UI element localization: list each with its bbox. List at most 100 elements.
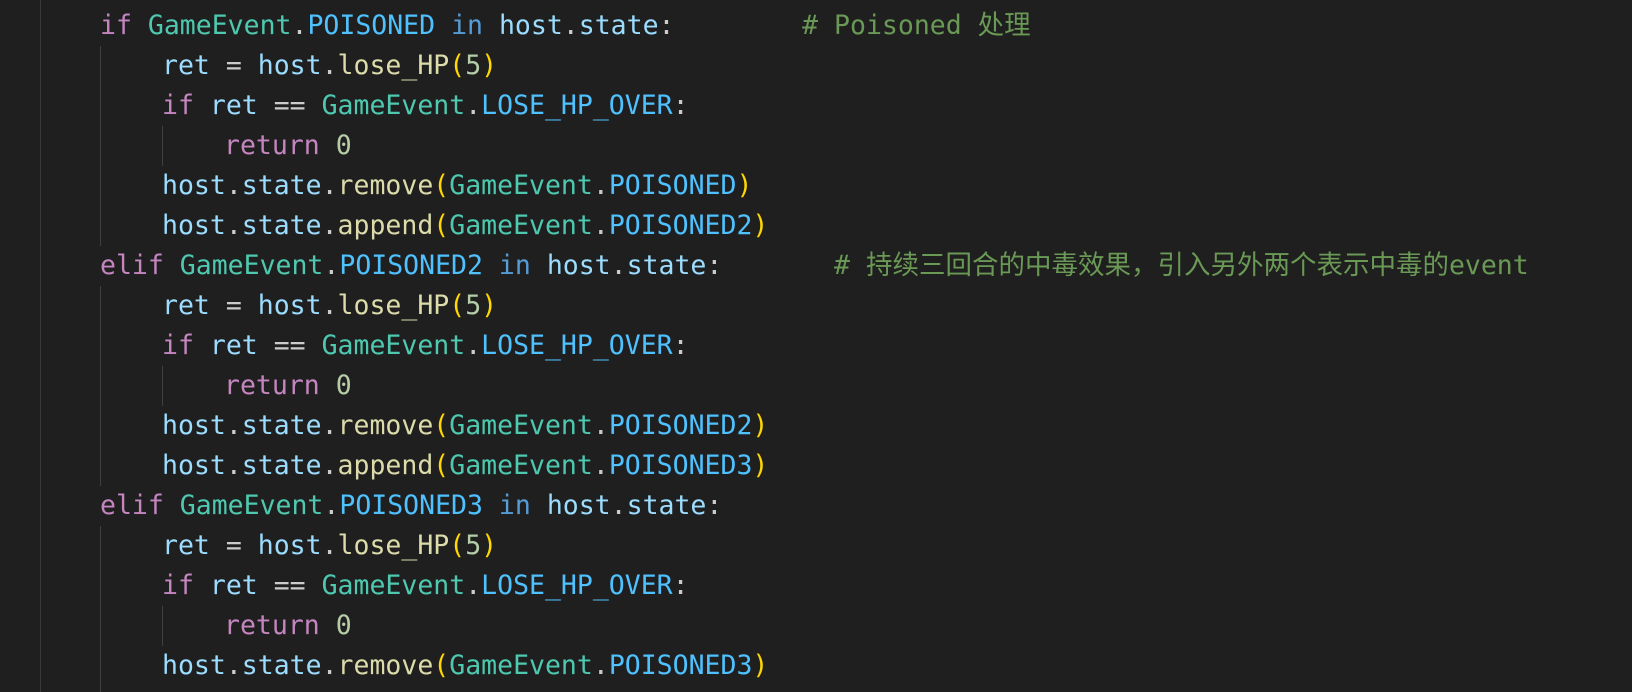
code-token-variable: host [257, 530, 322, 561]
code-token-punctuation [320, 370, 336, 401]
code-token-punctuation [483, 250, 499, 281]
code-token-punctuation: . [225, 410, 242, 441]
code-line[interactable]: ret = host.lose_HP(5) [162, 286, 497, 326]
code-token-punctuation [194, 570, 210, 601]
code-token-punctuation [483, 490, 499, 521]
code-token-variable: ret [162, 530, 210, 561]
code-token-variable: host [257, 50, 322, 81]
code-token-variable: state [578, 10, 659, 41]
code-token-variable: state [241, 650, 322, 681]
code-token-punctuation: . [592, 210, 609, 241]
code-token-keyword: return [224, 370, 320, 401]
code-line[interactable]: host.state.remove(GameEvent.POISONED3) [162, 646, 768, 686]
code-line[interactable]: return 0 [224, 366, 352, 406]
code-token-punctuation: . [321, 450, 338, 481]
code-editor[interactable]: if GameEvent.POISONED in host.state: # P… [0, 0, 1632, 692]
indent-guide [100, 286, 101, 486]
code-token-constant: POISONED2 [608, 210, 753, 241]
code-line[interactable]: if ret == GameEvent.LOSE_HP_OVER: [162, 86, 689, 126]
code-token-punctuation [531, 490, 547, 521]
code-token-constant: POISONED2 [608, 410, 753, 441]
code-token-number: 0 [335, 130, 352, 161]
code-token-punctuation: . [465, 570, 482, 601]
code-token-bracket: ) [752, 450, 769, 481]
code-token-punctuation: = [209, 530, 258, 561]
code-line[interactable]: return 0 [224, 606, 352, 646]
code-token-constant: POISONED3 [339, 490, 483, 521]
code-line[interactable]: if ret == GameEvent.LOSE_HP_OVER: [162, 566, 689, 606]
code-token-bracket: ) [481, 50, 498, 81]
code-token-variable: ret [209, 90, 258, 121]
code-line[interactable]: ret = host.lose_HP(5) [162, 526, 497, 566]
code-token-variable: state [626, 490, 707, 521]
code-line[interactable]: host.state.remove(GameEvent.POISONED2) [162, 406, 768, 446]
code-token-variable: state [626, 250, 707, 281]
code-token-keyword: elif [100, 490, 164, 521]
code-line[interactable]: host.state.append(GameEvent.POISONED2) [162, 206, 768, 246]
code-token-variable: state [241, 210, 322, 241]
code-line[interactable]: if GameEvent.POISONED in host.state: # P… [100, 6, 1031, 46]
code-token-bracket: ( [449, 290, 466, 321]
code-token-constant: POISONED2 [339, 250, 483, 281]
code-token-keyword: if [162, 330, 194, 361]
code-token-keyword: return [224, 610, 320, 641]
code-token-punctuation: = [209, 50, 258, 81]
code-token-punctuation [320, 610, 336, 641]
code-token-function: lose_HP [337, 530, 450, 561]
indent-guide [100, 46, 101, 246]
code-token-variable: host [162, 210, 226, 241]
code-token-punctuation: . [562, 10, 579, 41]
code-token-operator-in: in [451, 10, 483, 41]
code-line[interactable]: elif GameEvent.POISONED2 in host.state: … [100, 246, 1529, 286]
code-token-bracket: ( [433, 170, 450, 201]
code-line[interactable]: if ret == GameEvent.LOSE_HP_OVER: [162, 326, 689, 366]
code-token-punctuation: . [592, 650, 609, 681]
code-token-punctuation [132, 10, 148, 41]
code-token-punctuation: : [706, 250, 723, 281]
code-token-class-name: GameEvent [147, 10, 292, 41]
code-line[interactable]: elif GameEvent.POISONED3 in host.state: [100, 486, 722, 526]
code-token-number: 0 [335, 370, 352, 401]
code-token-punctuation: . [592, 450, 609, 481]
code-token-function: lose_HP [337, 290, 450, 321]
code-token-punctuation [194, 330, 210, 361]
code-token-variable: host [162, 450, 226, 481]
code-token-function: append [337, 210, 434, 241]
code-line[interactable]: return 0 [224, 126, 352, 166]
code-token-punctuation: : [658, 10, 675, 41]
code-token-comment: # Poisoned 处理 [674, 10, 1031, 41]
code-token-punctuation: == [257, 570, 322, 601]
code-token-variable: ret [162, 290, 210, 321]
indent-guide [162, 126, 163, 166]
code-token-variable: ret [209, 570, 258, 601]
code-token-class-name: GameEvent [321, 570, 466, 601]
code-token-class-name: GameEvent [449, 210, 593, 241]
code-line[interactable]: host.state.append(GameEvent.POISONED3) [162, 446, 768, 486]
code-token-punctuation: . [321, 650, 338, 681]
code-token-punctuation: . [321, 530, 338, 561]
code-token-variable: host [162, 650, 226, 681]
code-token-punctuation: . [323, 250, 340, 281]
indent-guide [162, 366, 163, 406]
code-token-variable: ret [209, 330, 258, 361]
code-token-punctuation: : [672, 90, 689, 121]
code-line[interactable]: ret = host.lose_HP(5) [162, 46, 497, 86]
code-token-number: 5 [465, 50, 482, 81]
code-token-operator-in: in [498, 250, 531, 281]
indent-guide [100, 526, 101, 692]
code-token-keyword: return [224, 130, 320, 161]
code-token-variable: host [257, 290, 322, 321]
code-token-variable: host [162, 410, 226, 441]
code-token-punctuation [194, 90, 210, 121]
code-token-punctuation: . [323, 490, 340, 521]
code-token-keyword: if [162, 90, 194, 121]
code-token-variable: host [546, 250, 611, 281]
code-token-variable: state [241, 410, 322, 441]
code-token-constant: POISONED [608, 170, 737, 201]
code-token-punctuation: = [209, 290, 258, 321]
indent-guide-outer [40, 0, 41, 692]
code-token-keyword: if [100, 10, 132, 41]
code-token-keyword: if [162, 570, 194, 601]
code-token-punctuation [531, 250, 547, 281]
code-line[interactable]: host.state.remove(GameEvent.POISONED) [162, 166, 752, 206]
